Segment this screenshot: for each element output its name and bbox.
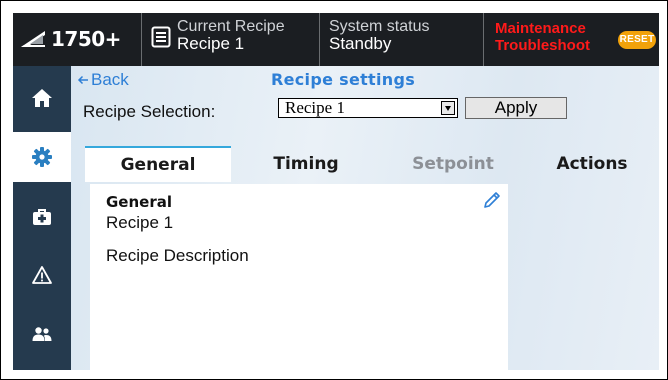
system-status: System status Standby bbox=[329, 18, 429, 53]
users-icon bbox=[32, 327, 52, 341]
machine-label: 1750+ bbox=[51, 27, 121, 51]
recipe-selection-label: Recipe Selection: bbox=[83, 102, 216, 121]
reset-button[interactable]: RESET bbox=[618, 31, 656, 49]
alert-list[interactable]: Maintenance Troubleshoot bbox=[495, 20, 590, 54]
tab-bar: General Timing Setpoint Actions bbox=[85, 146, 659, 182]
recipe-select[interactable]: Recipe 1 bbox=[278, 98, 458, 118]
tab-general[interactable]: General bbox=[85, 146, 231, 182]
nav-home[interactable] bbox=[13, 73, 71, 123]
general-panel: General Recipe 1 Recipe Description bbox=[90, 184, 508, 370]
alert-maintenance[interactable]: Maintenance bbox=[495, 20, 590, 37]
home-icon bbox=[32, 89, 52, 107]
pencil-icon[interactable] bbox=[482, 190, 502, 210]
sidebar bbox=[13, 66, 71, 370]
alert-troubleshoot[interactable]: Troubleshoot bbox=[495, 37, 590, 54]
current-recipe-label: Current Recipe bbox=[177, 18, 285, 35]
tab-actions[interactable]: Actions bbox=[525, 146, 659, 182]
gear-icon bbox=[32, 147, 52, 167]
medkit-icon bbox=[33, 209, 51, 225]
apply-button[interactable]: Apply bbox=[465, 97, 567, 119]
focus-underline bbox=[282, 117, 364, 118]
current-recipe: Current Recipe Recipe 1 bbox=[151, 18, 285, 62]
chevron-down-icon[interactable] bbox=[441, 101, 455, 115]
app-window: 1750+ Current Recipe Recipe 1 System sta… bbox=[0, 0, 668, 380]
machine-icon bbox=[21, 31, 45, 47]
divider bbox=[319, 13, 320, 66]
nav-maintenance[interactable] bbox=[13, 191, 71, 241]
back-label[interactable]: Back bbox=[91, 70, 129, 90]
recipe-description: Recipe Description bbox=[106, 246, 249, 265]
machine-indicator: 1750+ bbox=[19, 21, 121, 57]
divider bbox=[141, 13, 142, 66]
nav-alarms[interactable] bbox=[13, 250, 71, 300]
recipe-name: Recipe 1 bbox=[106, 213, 174, 232]
warning-icon bbox=[32, 266, 52, 284]
back-link[interactable]: Back bbox=[77, 70, 129, 90]
divider bbox=[483, 13, 484, 66]
system-status-value: Standby bbox=[329, 34, 392, 53]
nav-users[interactable] bbox=[13, 309, 71, 359]
main-content: Back Recipe settings Recipe Selection: R… bbox=[71, 66, 659, 370]
panel-heading: General bbox=[106, 193, 172, 211]
top-bar: 1750+ Current Recipe Recipe 1 System sta… bbox=[13, 13, 659, 66]
tab-setpoint: Setpoint bbox=[412, 154, 494, 174]
document-icon bbox=[151, 26, 171, 48]
system-status-label: System status bbox=[329, 18, 430, 35]
recipe-select-value[interactable]: Recipe 1 bbox=[285, 99, 345, 117]
nav-settings[interactable] bbox=[13, 132, 71, 182]
current-recipe-value: Recipe 1 bbox=[177, 34, 245, 53]
page-title: Recipe settings bbox=[271, 70, 416, 89]
tab-timing[interactable]: Timing bbox=[231, 146, 381, 182]
arrow-left-icon bbox=[77, 75, 88, 85]
